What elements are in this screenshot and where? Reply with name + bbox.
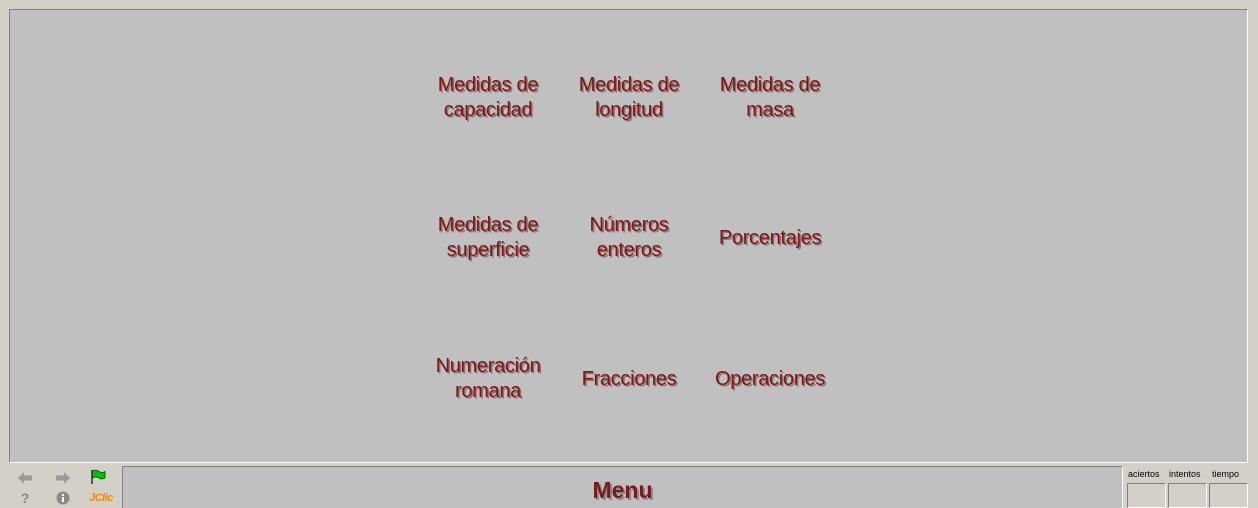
counter-tiempo: [1209, 483, 1248, 508]
activity-stage: Medidas de capacidad Medidas de longitud M…: [9, 9, 1248, 463]
arrow-right-icon: [56, 472, 70, 484]
info-button[interactable]: [52, 488, 74, 508]
counter-aciertos: [1127, 483, 1166, 508]
activity-title-panel: Menu: [122, 466, 1123, 508]
menu-item-medidas-longitud[interactable]: Medidas de longitud: [559, 58, 699, 138]
green-flag-icon: [91, 469, 106, 484]
info-icon: [56, 491, 70, 505]
menu-item-numeracion-romana[interactable]: Numeración romana: [418, 339, 558, 419]
next-activity-button[interactable]: [52, 468, 74, 488]
navigation-buttons: ? JClic: [10, 466, 120, 508]
menu-item-fracciones[interactable]: Fracciones: [559, 339, 699, 419]
menu-item-label: Fracciones: [581, 367, 677, 390]
menu-item-line1: Números: [589, 214, 669, 236]
menu-item-line1: Medidas de: [578, 74, 680, 96]
arrow-left-icon: [18, 472, 32, 484]
menu-item-line1: Medidas de: [437, 74, 539, 96]
menu-item-line1: Numeración: [435, 355, 541, 377]
help-button[interactable]: ?: [14, 488, 36, 508]
menu-item-label: Operaciones: [714, 367, 826, 390]
restart-button[interactable]: [87, 467, 109, 487]
jclic-logo: JClic: [89, 492, 113, 504]
menu-item-numeros-enteros[interactable]: Números enteros: [559, 198, 699, 278]
bottom-bar: ? JClic Menu aciertos intentos tiempo: [0, 464, 1258, 508]
menu-item-line2: enteros: [596, 239, 662, 261]
menu-item-operaciones[interactable]: Operaciones: [700, 339, 840, 419]
counter-label-tiempo: tiempo: [1212, 469, 1240, 479]
menu-item-line2: longitud: [595, 99, 663, 121]
prev-activity-button[interactable]: [14, 468, 36, 488]
page-title: Menu: [592, 477, 653, 503]
menu-item-line2: romana: [454, 380, 521, 402]
help-icon: ?: [20, 490, 30, 506]
menu-item-medidas-superficie[interactable]: Medidas de superficie: [418, 198, 558, 278]
menu-item-line1: Medidas de: [437, 214, 539, 236]
menu-item-porcentajes[interactable]: Porcentajes: [700, 198, 840, 278]
jclic-logo-button[interactable]: JClic: [86, 488, 116, 508]
counters-panel: aciertos intentos tiempo: [1125, 466, 1250, 508]
counter-intentos: [1168, 483, 1207, 508]
menu-item-medidas-capacidad[interactable]: Medidas de capacidad: [418, 58, 558, 138]
menu-item-line2: superficie: [446, 239, 530, 261]
menu-item-line2: capacidad: [443, 99, 533, 121]
menu-item-label: Porcentajes: [718, 226, 822, 249]
menu-item-medidas-masa[interactable]: Medidas de masa: [700, 58, 840, 138]
counter-label-aciertos: aciertos: [1128, 469, 1160, 479]
menu-item-line1: Medidas de: [719, 74, 821, 96]
counter-label-intentos: intentos: [1169, 469, 1201, 479]
menu-item-line2: masa: [746, 99, 794, 121]
